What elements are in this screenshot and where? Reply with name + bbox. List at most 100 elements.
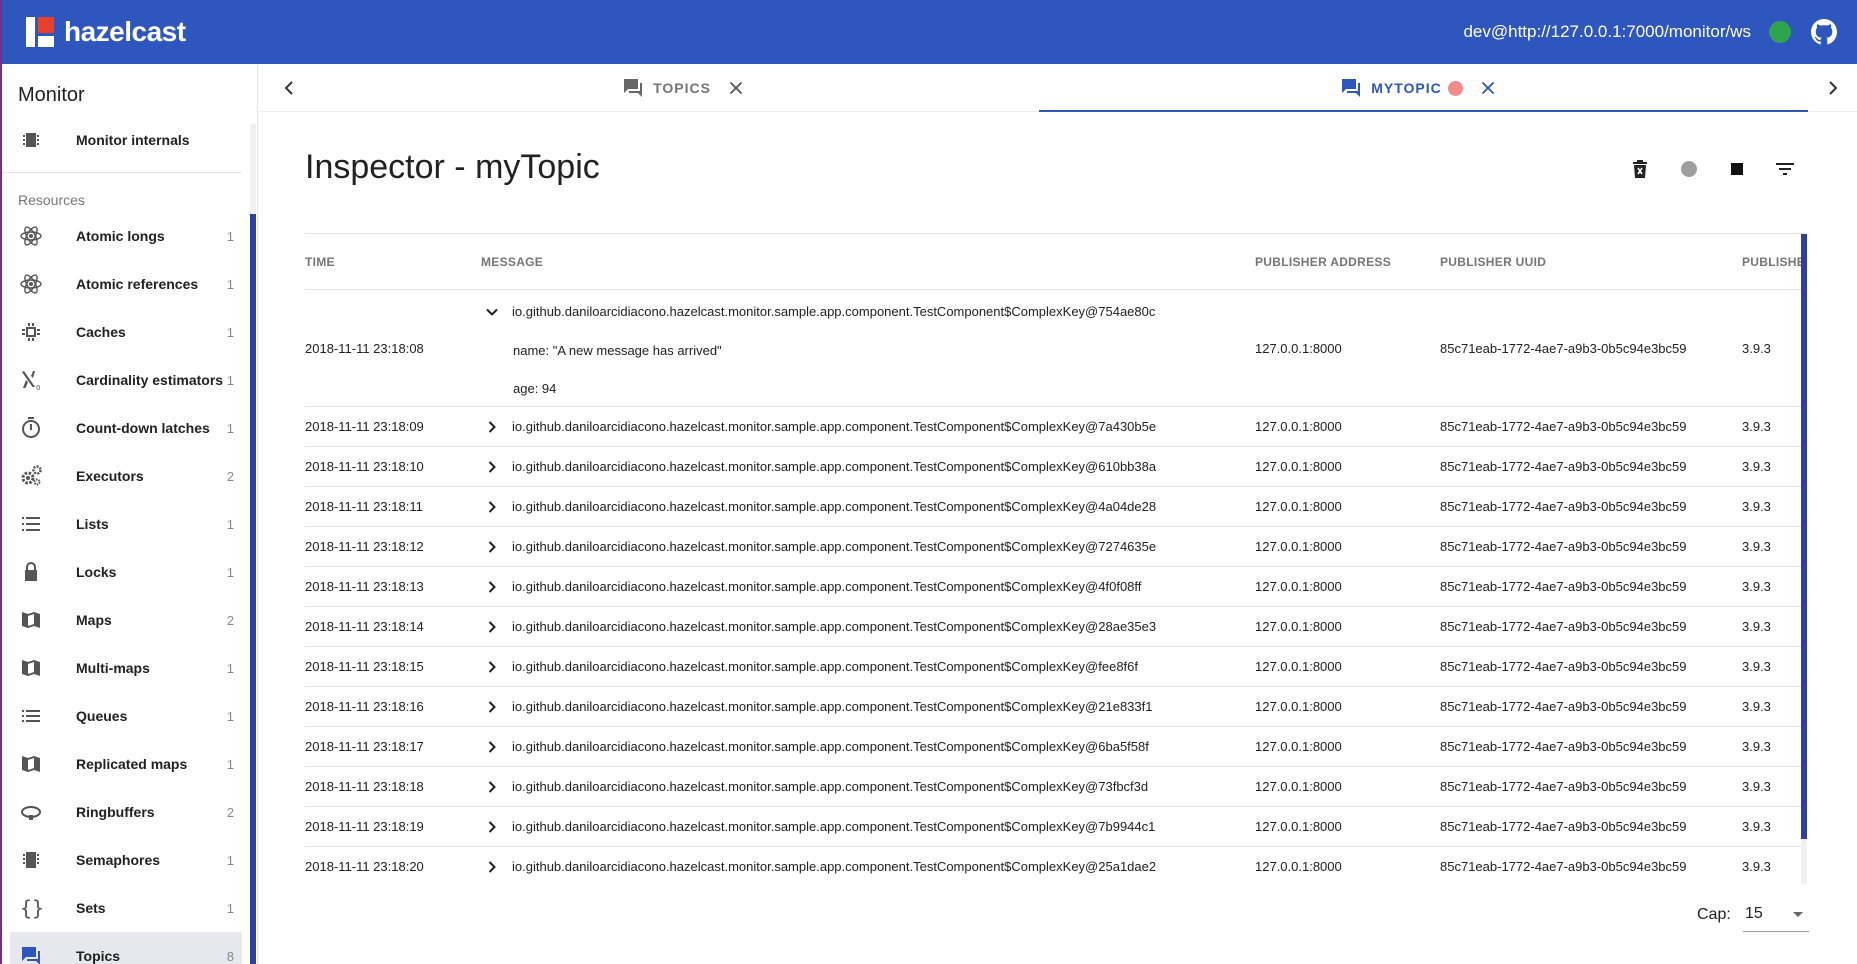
tab-active-indicator bbox=[1039, 110, 1808, 112]
table-scrollbar-thumb[interactable] bbox=[1801, 234, 1807, 839]
sidebar-scrollbar-thumb[interactable] bbox=[250, 214, 256, 964]
sidebar-item-queues[interactable]: Queues 1 bbox=[2, 692, 242, 740]
column-header-publisher[interactable]: PUBLISHER bbox=[1742, 235, 1805, 289]
table-row[interactable]: 2018-11-11 23:18:17 io.github.daniloarcid… bbox=[305, 727, 1805, 767]
table-row[interactable]: 2018-11-11 23:18:18 io.github.daniloarcid… bbox=[305, 767, 1805, 807]
table-row[interactable]: 2018-11-11 23:18:19 io.github.daniloarcid… bbox=[305, 807, 1805, 847]
chevron-right-icon[interactable] bbox=[482, 657, 502, 677]
sidebar-item-label: Monitor internals bbox=[76, 132, 190, 148]
filter-icon[interactable] bbox=[1773, 157, 1797, 181]
row-address: 127.0.0.1:8000 bbox=[1255, 819, 1342, 834]
timer-icon bbox=[18, 415, 44, 441]
sidebar-item-locks[interactable]: Locks 1 bbox=[2, 548, 242, 596]
sidebar-item-sets[interactable]: {} Sets 1 bbox=[2, 884, 242, 932]
table-row[interactable]: 2018-11-11 23:18:15 io.github.daniloarcid… bbox=[305, 647, 1805, 687]
chip-icon bbox=[18, 847, 44, 873]
table-row[interactable]: 2018-11-11 23:18:12 io.github.daniloarcid… bbox=[305, 527, 1805, 567]
column-header-publisher-address[interactable]: PUBLISHER ADDRESS bbox=[1255, 235, 1391, 289]
sidebar-item-multi-maps[interactable]: Multi-maps 1 bbox=[2, 644, 242, 692]
sidebar-item-caches[interactable]: Caches 1 bbox=[2, 308, 242, 356]
row-address: 127.0.0.1:8000 bbox=[1255, 340, 1342, 356]
row-version: 3.9.3 bbox=[1742, 499, 1771, 514]
close-icon[interactable] bbox=[1477, 77, 1499, 99]
stop-icon[interactable] bbox=[1725, 157, 1749, 181]
sidebar-item-label: Semaphores bbox=[76, 852, 161, 868]
sidebar-item-count: 1 bbox=[226, 900, 234, 916]
row-message: io.github.daniloarcidiacono.hazelcast.mo… bbox=[512, 459, 1157, 474]
sidebar-item-semaphores[interactable]: Semaphores 1 bbox=[2, 836, 242, 884]
table-row-expanded[interactable]: 2018-11-11 23:18:08 io.github.daniloarci… bbox=[305, 290, 1805, 407]
row-time: 2018-11-11 23:18:13 bbox=[305, 579, 424, 594]
row-message: io.github.daniloarcidiacono.hazelcast.mo… bbox=[512, 819, 1156, 834]
chevron-right-icon[interactable] bbox=[482, 817, 502, 837]
table-row[interactable]: 2018-11-11 23:18:13 io.github.daniloarcid… bbox=[305, 567, 1805, 607]
chevron-right-icon[interactable] bbox=[482, 577, 502, 597]
chevron-down-icon[interactable] bbox=[482, 302, 502, 322]
row-message: io.github.daniloarcidiacono.hazelcast.mo… bbox=[512, 419, 1157, 434]
sidebar-item-atomic-references[interactable]: Atomic references 1 bbox=[2, 260, 242, 308]
table-row[interactable]: 2018-11-11 23:18:14 io.github.daniloarcid… bbox=[305, 607, 1805, 647]
chevron-left-icon[interactable] bbox=[277, 76, 301, 100]
table-row[interactable]: 2018-11-11 23:18:11 io.github.daniloarcid… bbox=[305, 487, 1805, 527]
tab-mytopic[interactable]: MYTOPIC bbox=[1329, 64, 1509, 112]
sidebar-item-count-down-latches[interactable]: Count-down latches 1 bbox=[2, 404, 242, 452]
row-version: 3.9.3 bbox=[1742, 779, 1771, 794]
chevron-right-icon[interactable] bbox=[482, 777, 502, 797]
chevron-right-icon[interactable] bbox=[482, 697, 502, 717]
chevron-right-icon[interactable] bbox=[482, 537, 502, 557]
forum-icon bbox=[1342, 79, 1361, 97]
sidebar-item-monitor-internals[interactable]: Monitor internals bbox=[2, 116, 242, 164]
column-header-message[interactable]: MESSAGE bbox=[481, 235, 543, 289]
chevron-right-icon[interactable] bbox=[482, 417, 502, 437]
table-row[interactable]: 2018-11-11 23:18:20 io.github.daniloarcid… bbox=[305, 847, 1805, 885]
row-uuid: 85c71eab-1772-4ae7-a9b3-0b5c94e3bc59 bbox=[1440, 819, 1687, 834]
table-row[interactable]: 2018-11-11 23:18:10 io.github.daniloarcid… bbox=[305, 447, 1805, 487]
chevron-right-icon[interactable] bbox=[482, 737, 502, 757]
hazelcast-logo[interactable]: hazelcast bbox=[26, 16, 186, 48]
record-icon[interactable] bbox=[1677, 157, 1701, 181]
tab-topics[interactable]: TOPICS bbox=[604, 64, 764, 112]
github-icon[interactable] bbox=[1811, 19, 1837, 45]
row-version: 3.9.3 bbox=[1742, 859, 1771, 874]
table-row[interactable]: 2018-11-11 23:18:09 io.github.daniloarcid… bbox=[305, 407, 1805, 447]
divider bbox=[305, 233, 1805, 234]
sidebar-item-label: Locks bbox=[76, 564, 117, 580]
chevron-right-icon[interactable] bbox=[482, 457, 502, 477]
sidebar-item-topics[interactable]: Topics 8 bbox=[10, 932, 242, 964]
clear-icon[interactable] bbox=[1628, 157, 1652, 181]
chevron-right-icon[interactable] bbox=[482, 497, 502, 517]
row-time: 2018-11-11 23:18:09 bbox=[305, 419, 424, 434]
chevron-right-icon[interactable] bbox=[482, 617, 502, 637]
column-header-publisher-uuid[interactable]: PUBLISHER UUID bbox=[1440, 235, 1546, 289]
column-header-time[interactable]: TIME bbox=[305, 235, 335, 289]
cap-select[interactable]: 15 bbox=[1743, 896, 1809, 932]
lock-icon bbox=[18, 559, 44, 585]
row-version: 3.9.3 bbox=[1742, 819, 1771, 834]
row-uuid: 85c71eab-1772-4ae7-a9b3-0b5c94e3bc59 bbox=[1440, 699, 1687, 714]
row-uuid: 85c71eab-1772-4ae7-a9b3-0b5c94e3bc59 bbox=[1440, 659, 1687, 674]
tab-label: MYTOPIC bbox=[1371, 80, 1442, 96]
row-version: 3.9.3 bbox=[1742, 699, 1771, 714]
row-message: io.github.daniloarcidiacono.hazelcast.mo… bbox=[512, 659, 1139, 674]
row-address: 127.0.0.1:8000 bbox=[1255, 659, 1342, 674]
sidebar-item-executors[interactable]: Executors 2 bbox=[2, 452, 242, 500]
app-root: hazelcast dev@http://127.0.0.1:7000/moni… bbox=[0, 0, 1857, 964]
messages-table: TIME MESSAGE PUBLISHER ADDRESS PUBLISHER… bbox=[305, 235, 1805, 885]
table-row[interactable]: 2018-11-11 23:18:16 io.github.daniloarcid… bbox=[305, 687, 1805, 727]
chevron-right-icon[interactable] bbox=[482, 857, 502, 877]
sidebar-item-atomic-longs[interactable]: Atomic longs 1 bbox=[2, 212, 242, 260]
row-time: 2018-11-11 23:18:19 bbox=[305, 819, 424, 834]
sidebar-item-replicated-maps[interactable]: Replicated maps 1 bbox=[2, 740, 242, 788]
map-icon bbox=[18, 751, 44, 777]
sidebar-item-ringbuffers[interactable]: Ringbuffers 2 bbox=[2, 788, 242, 836]
row-uuid: 85c71eab-1772-4ae7-a9b3-0b5c94e3bc59 bbox=[1440, 499, 1687, 514]
row-version: 3.9.3 bbox=[1742, 619, 1771, 634]
row-version: 3.9.3 bbox=[1742, 579, 1771, 594]
row-uuid: 85c71eab-1772-4ae7-a9b3-0b5c94e3bc59 bbox=[1440, 779, 1687, 794]
sidebar-item-label: Replicated maps bbox=[76, 756, 188, 772]
close-icon[interactable] bbox=[725, 77, 747, 99]
sidebar-item-lists[interactable]: Lists 1 bbox=[2, 500, 242, 548]
sidebar-item-cardinality-estimators[interactable]: 0 Cardinality estimators 1 bbox=[2, 356, 242, 404]
chevron-right-icon[interactable] bbox=[1821, 76, 1845, 100]
sidebar-item-maps[interactable]: Maps 2 bbox=[2, 596, 242, 644]
